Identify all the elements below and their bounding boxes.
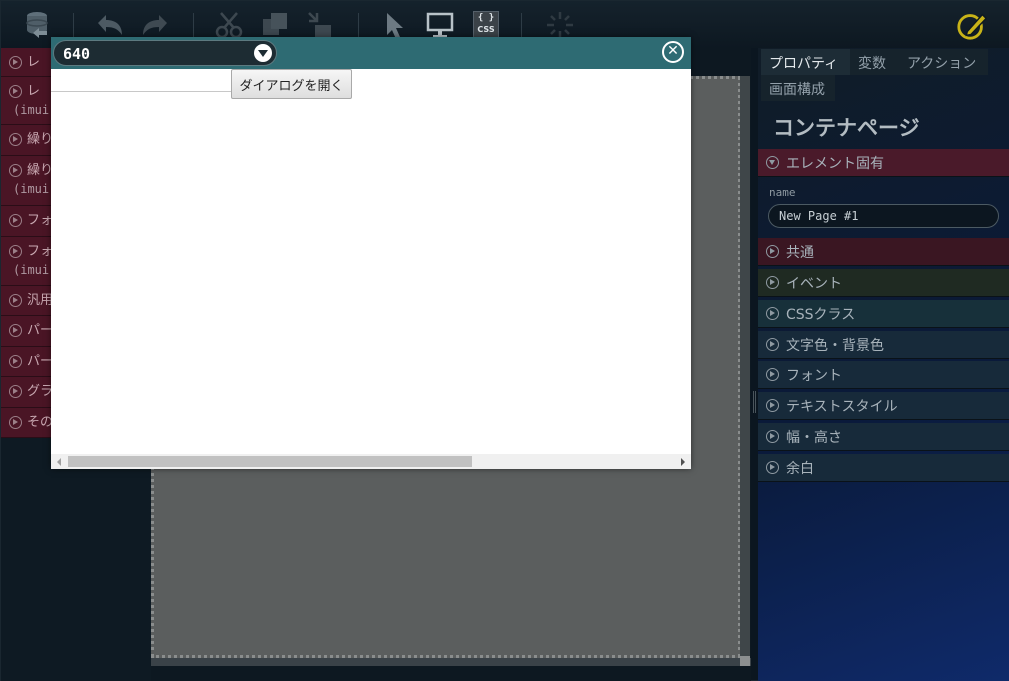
- toolbar-divider: [521, 13, 522, 39]
- section-color[interactable]: 文字色・背景色: [758, 331, 1009, 359]
- css-icon-label: CSS: [477, 25, 495, 34]
- play-icon: [9, 416, 22, 429]
- section-label: フォント: [786, 368, 842, 384]
- palette-item-label: レ: [27, 55, 41, 70]
- panel-tabs: プロパティ 変数 アクション 画面構成: [758, 48, 988, 104]
- palette-item-label: フォ: [27, 244, 54, 259]
- play-icon: [9, 56, 22, 69]
- toolbar-divider: [193, 13, 194, 39]
- section-css[interactable]: CSSクラス: [758, 300, 1009, 328]
- database-icon[interactable]: [21, 9, 53, 41]
- edit-icon[interactable]: [956, 9, 988, 41]
- play-icon: [9, 85, 22, 98]
- preview-dialog: 640 ✕ ダイアログを開く: [51, 37, 691, 469]
- section-common[interactable]: 共通: [758, 238, 1009, 266]
- size-select[interactable]: 640: [53, 40, 277, 66]
- play-icon: [9, 164, 22, 177]
- toolbar-divider: [73, 13, 74, 39]
- tab-screen-structure[interactable]: 画面構成: [761, 75, 835, 101]
- palette-item-label: パー: [27, 323, 54, 338]
- name-field[interactable]: [768, 204, 999, 228]
- toolbar-divider: [358, 13, 359, 39]
- section-label: 余白: [786, 461, 814, 477]
- play-icon: [766, 338, 779, 351]
- palette-item-label: 汎用: [27, 293, 54, 308]
- tab-variables[interactable]: 変数: [850, 49, 899, 75]
- play-icon: [9, 385, 22, 398]
- section-label: エレメント固有: [786, 156, 884, 172]
- dialog-header: 640 ✕: [51, 37, 691, 69]
- palette-item-label: フォ: [27, 213, 54, 228]
- palette-item-label: 繰り: [27, 163, 54, 178]
- play-icon: [766, 430, 779, 443]
- play-icon: [766, 368, 779, 381]
- tab-actions[interactable]: アクション: [899, 49, 988, 75]
- chevron-down-icon: [766, 156, 779, 169]
- play-icon: [766, 461, 779, 474]
- css-icon-brace: { }: [477, 13, 495, 23]
- play-icon: [766, 276, 779, 289]
- chevron-down-icon: [254, 44, 272, 62]
- play-icon: [9, 245, 22, 258]
- palette-item-label: 繰り: [27, 132, 54, 147]
- canvas-vertical-scrollbar[interactable]: [740, 76, 750, 666]
- section-label: 幅・高さ: [786, 430, 842, 446]
- play-icon: [9, 294, 22, 307]
- open-dialog-button[interactable]: ダイアログを開く: [231, 69, 352, 99]
- palette-item-label: その: [27, 415, 54, 430]
- tab-properties[interactable]: プロパティ: [761, 49, 850, 75]
- name-field-label: name: [769, 186, 796, 199]
- palette-item-label: パー: [27, 354, 54, 369]
- section-label: テキストスタイル: [786, 399, 898, 415]
- palette-item-label: レ: [27, 84, 41, 99]
- play-icon: [766, 399, 779, 412]
- section-label: 文字色・背景色: [786, 338, 884, 354]
- section-element[interactable]: エレメント固有: [758, 149, 1009, 177]
- play-icon: [9, 324, 22, 337]
- section-label: CSSクラス: [786, 307, 856, 323]
- play-icon: [9, 133, 22, 146]
- section-font[interactable]: フォント: [758, 361, 1009, 389]
- palette-item-label: グラ: [27, 384, 54, 399]
- section-event[interactable]: イベント: [758, 269, 1009, 297]
- section-size[interactable]: 幅・高さ: [758, 423, 1009, 451]
- section-label: イベント: [786, 276, 842, 292]
- scrollbar-thumb[interactable]: [68, 456, 472, 467]
- play-icon: [766, 307, 779, 320]
- play-icon: [766, 245, 779, 258]
- scroll-left-icon[interactable]: [57, 458, 61, 466]
- dialog-horizontal-scrollbar[interactable]: [51, 454, 691, 469]
- close-button[interactable]: ✕: [662, 41, 684, 63]
- panel-title: コンテナページ: [773, 116, 920, 140]
- panel-splitter[interactable]: [753, 391, 756, 413]
- text-input[interactable]: [51, 70, 231, 92]
- section-label: 共通: [786, 245, 814, 261]
- section-text-style[interactable]: テキストスタイル: [758, 392, 1009, 420]
- size-select-value: 640: [63, 45, 91, 63]
- property-panel: プロパティ 変数 アクション 画面構成 コンテナページ エレメント固有 name…: [758, 48, 1009, 681]
- dialog-body: ダイアログを開く: [51, 69, 691, 454]
- scrollbar-thumb[interactable]: [740, 656, 750, 666]
- canvas-horizontal-scrollbar[interactable]: [151, 658, 751, 666]
- section-margin[interactable]: 余白: [758, 454, 1009, 482]
- scroll-right-icon[interactable]: [681, 458, 685, 466]
- play-icon: [9, 214, 22, 227]
- play-icon: [9, 355, 22, 368]
